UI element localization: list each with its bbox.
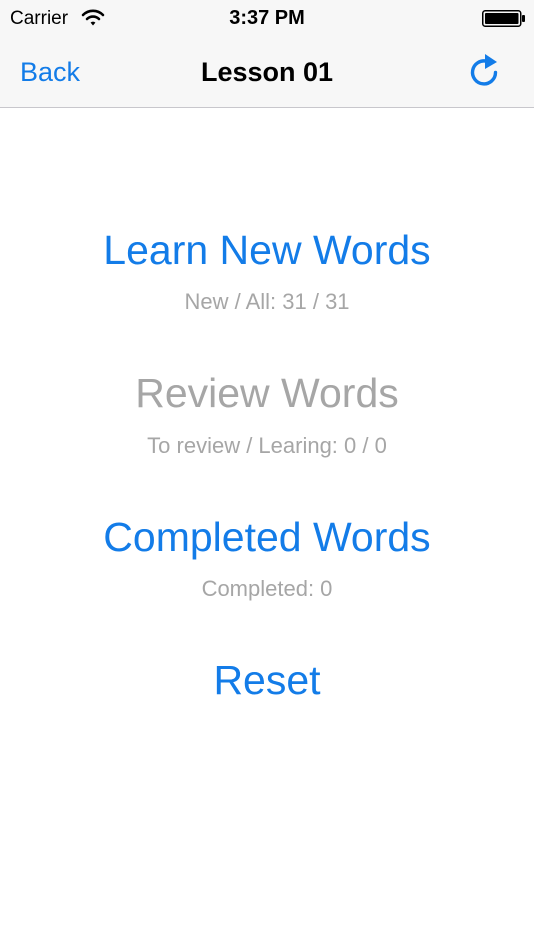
review-words-button[interactable]: Review Words [0,369,534,417]
refresh-icon [470,54,498,86]
learn-new-words-button[interactable]: Learn New Words [0,226,534,274]
completed-words-button[interactable]: Completed Words [0,513,534,561]
page-title: Lesson 01 [200,57,334,87]
review-words-stats: To review / Learing: 0 / 0 [147,433,387,458]
reset-button[interactable]: Reset [0,656,534,704]
battery-full-icon [482,10,526,27]
status-time: 3:37 PM [229,7,305,29]
lesson-screen: Carrier 3:37 PM Back Lesson 01 Learn New… [0,0,534,950]
learn-new-words-stats: New / All: 31 / 31 [184,289,350,314]
status-bar: Carrier 3:37 PM [0,0,534,36]
refresh-button[interactable] [466,50,506,94]
completed-words-stats: Completed: 0 [201,576,333,601]
navigation-bar: Back Lesson 01 [0,36,534,108]
